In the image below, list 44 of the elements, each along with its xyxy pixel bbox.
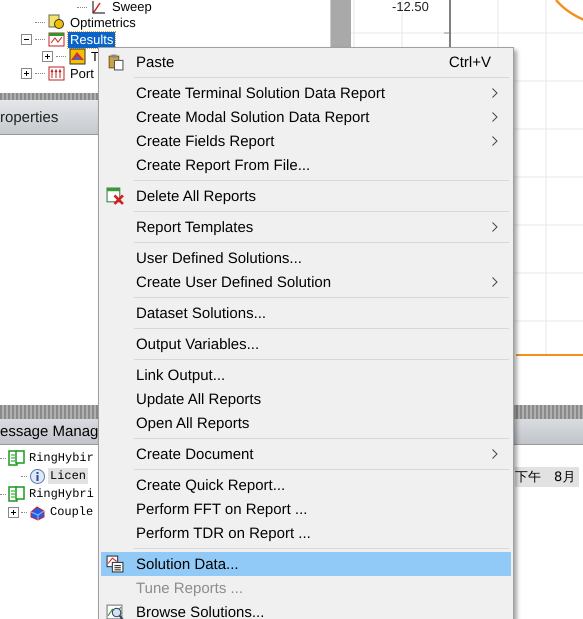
- menu-item[interactable]: Browse Solutions...: [101, 600, 511, 619]
- tree-item-icon: [48, 31, 65, 48]
- tree-item-icon: [8, 450, 25, 466]
- menu-item[interactable]: Perform TDR on Report ...: [101, 521, 511, 545]
- collapse-box[interactable]: [21, 34, 32, 45]
- del-icon: [106, 187, 124, 205]
- expand-box[interactable]: [21, 68, 32, 79]
- data-icon: [106, 555, 124, 573]
- menu-item[interactable]: Create Report From File...: [101, 153, 511, 177]
- expand-box[interactable]: [42, 51, 53, 62]
- tree-item[interactable]: Results: [68, 32, 116, 48]
- menu-item[interactable]: Report Templates: [101, 215, 511, 239]
- menu-item[interactable]: Output Variables...: [101, 332, 511, 356]
- paste-icon: [106, 53, 124, 71]
- tree-item-icon: [29, 468, 46, 484]
- tree-item-icon: [48, 65, 65, 82]
- menu-item[interactable]: Create Quick Report...: [101, 473, 511, 497]
- expand-box[interactable]: [8, 506, 19, 518]
- menu-item[interactable]: Update All Reports: [101, 387, 511, 411]
- menu-item[interactable]: Create Document: [101, 442, 511, 466]
- tree-item-icon: [69, 48, 86, 65]
- tree-item-icon: [48, 14, 65, 31]
- axis-label: -12.50: [392, 0, 429, 14]
- menu-item[interactable]: Dataset Solutions...: [101, 301, 511, 325]
- menu-item[interactable]: Perform FFT on Report ...: [101, 497, 511, 521]
- tree-item[interactable]: RingHybir: [27, 450, 96, 466]
- tree-item[interactable]: Optimetrics: [68, 14, 138, 30]
- menu-item[interactable]: Delete All Reports: [101, 184, 511, 208]
- tree-item-icon: [8, 486, 25, 502]
- tree-item-icon: [90, 0, 107, 16]
- menu-item[interactable]: Solution Data...: [101, 552, 511, 576]
- tree-item[interactable]: T: [89, 48, 101, 64]
- browse-icon: [106, 603, 124, 619]
- menu-item[interactable]: Create User Defined Solution: [101, 270, 511, 294]
- tree-item[interactable]: Couple: [48, 504, 96, 520]
- tree-item[interactable]: Licen: [48, 468, 88, 484]
- tree-item[interactable]: Port: [68, 66, 96, 82]
- tree-item[interactable]: RingHybri: [27, 486, 96, 502]
- message-time: 下午 8月: [515, 467, 580, 487]
- menu-item[interactable]: Link Output...: [101, 363, 511, 387]
- tree-item[interactable]: Sweep: [110, 0, 154, 15]
- menu-item[interactable]: Paste Ctrl+V: [101, 50, 511, 74]
- menu-item[interactable]: User Defined Solutions...: [101, 246, 511, 270]
- tree-item-icon: [29, 504, 46, 520]
